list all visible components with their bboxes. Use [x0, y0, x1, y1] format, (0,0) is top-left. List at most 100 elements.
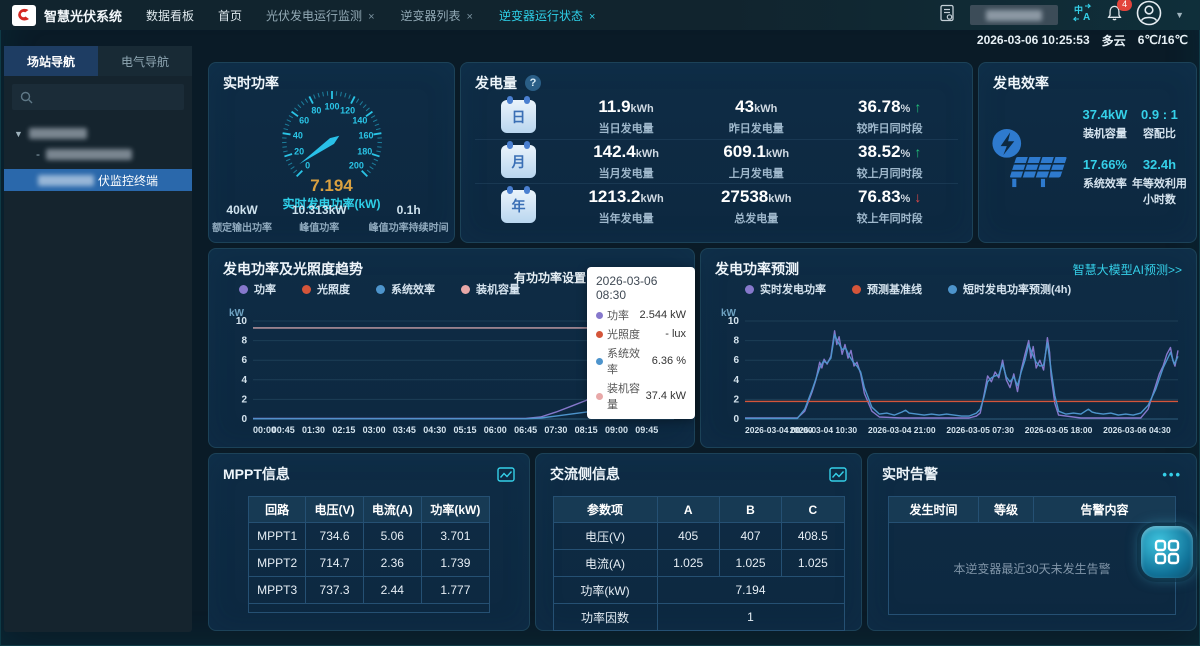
sidebar-tab-station-nav[interactable]: 场站导航: [4, 46, 98, 76]
alarm-table: 发生时间 等级 告警内容 本逆变器最近30天未发生告警: [888, 496, 1176, 615]
svg-text:40: 40: [293, 131, 303, 141]
trend-up-icon: ↑: [914, 144, 921, 160]
svg-text:4: 4: [733, 375, 739, 386]
svg-text:05:15: 05:15: [453, 425, 476, 435]
panel-title: 交流侧信息: [550, 464, 620, 484]
svg-text:10: 10: [728, 316, 740, 327]
blurred-node-label: [46, 149, 132, 160]
nav-tab-pv-monitor[interactable]: 光伏发电运行监测×: [266, 7, 374, 24]
tree-node-child[interactable]: -: [12, 143, 184, 167]
tooltip-dot: [596, 312, 603, 319]
svg-text:2: 2: [733, 394, 739, 405]
table-header-row: 参数项A BC: [553, 497, 844, 523]
svg-text:03:45: 03:45: [393, 425, 416, 435]
search-input[interactable]: [970, 5, 1058, 25]
nav-tab-inverter-list[interactable]: 逆变器列表×: [401, 7, 473, 24]
quick-menu-button[interactable]: [1141, 526, 1193, 578]
notifications-bell-icon[interactable]: 4: [1106, 4, 1123, 27]
svg-text:08:15: 08:15: [575, 425, 598, 435]
svg-text:06:00: 06:00: [484, 425, 507, 435]
table-row: MPPT1734.65.063.701: [249, 523, 490, 550]
legend-item-baseline[interactable]: 预测基准线: [852, 281, 922, 297]
document-icon[interactable]: [938, 4, 957, 27]
table-empty-row: 本逆变器最近30天未发生告警: [889, 523, 1176, 615]
no-alarm-message: 本逆变器最近30天未发生告警: [953, 562, 1110, 576]
help-icon[interactable]: ?: [525, 75, 541, 91]
tree-node-selected[interactable]: 伏监控终端: [4, 169, 192, 191]
svg-text:80: 80: [311, 105, 321, 115]
more-options-icon[interactable]: •••: [1162, 467, 1182, 482]
mppt-table: 回路电压(V) 电流(A)功率(kW) MPPT1734.65.063.701 …: [248, 496, 490, 613]
svg-text:2026-03-04 10:30: 2026-03-04 10:30: [790, 425, 858, 435]
tab-close-icon[interactable]: ×: [368, 11, 374, 23]
svg-text:06:45: 06:45: [514, 425, 537, 435]
ac-table: 参数项A BC 电压(V)405407408.5 电流(A)1.0251.025…: [553, 496, 845, 631]
tooltip-dot: [596, 331, 603, 338]
legend-dot: [376, 285, 385, 294]
notification-count-badge: 4: [1117, 0, 1132, 11]
selected-node-label: 伏监控终端: [98, 172, 158, 189]
legend-item-short-forecast[interactable]: 短时发电功率预测(4h): [948, 281, 1071, 297]
panel-energy: 发电量 ? 日 11.9kWh当日发电量 43kWh昨日发电量 36.78%↑较…: [460, 62, 973, 243]
search-icon: [20, 91, 33, 104]
stat-peak-duration: 0.1h峰值功率持续时间: [363, 203, 454, 234]
table-row: MPPT2714.72.361.739: [249, 550, 490, 577]
blurred-node-label: [29, 128, 87, 139]
line-chart-icon[interactable]: [829, 467, 847, 482]
svg-text:2026-03-05 18:00: 2026-03-05 18:00: [1025, 425, 1093, 435]
legend-item-efficiency[interactable]: 系统效率: [376, 281, 435, 297]
ai-forecast-link[interactable]: 智慧大模型AI预测>>: [1073, 261, 1182, 278]
calendar-month-icon: 月: [501, 145, 536, 178]
nav-menu-home[interactable]: 首页: [218, 7, 242, 24]
line-chart-icon[interactable]: [497, 467, 515, 482]
tree-expand-icon[interactable]: ▼: [14, 129, 23, 139]
stat-system-efficiency: 17.66%系统效率: [1079, 157, 1131, 207]
energy-row-month: 月 142.4kWh当月发电量 609.1kWh上月发电量 38.52%↑较上月…: [475, 140, 958, 185]
svg-text:2026-03-05 07:30: 2026-03-05 07:30: [946, 425, 1014, 435]
legend-item-realtime-power[interactable]: 实时发电功率: [745, 281, 826, 297]
stat-installed-capacity: 37.4kW装机容量: [1079, 107, 1131, 141]
legend-dot: [948, 285, 957, 294]
stat-rated-power: 40kW额定输出功率: [209, 203, 275, 234]
grid-icon: [1153, 538, 1181, 566]
panel-realtime-power: 实时功率 020406080100120140160180200 7.194 实…: [208, 62, 455, 243]
avatar[interactable]: [1136, 0, 1162, 31]
legend-dot: [302, 285, 311, 294]
nav-tab-inverter-status[interactable]: 逆变器运行状态×: [499, 7, 595, 24]
app-root: 智慧光伏系统 数据看板 首页 光伏发电运行监测× 逆变器列表× 逆变器运行状态×…: [0, 0, 1200, 646]
user-menu-caret-icon[interactable]: ▼: [1175, 10, 1184, 20]
legend-item-capacity[interactable]: 装机容量: [461, 281, 520, 297]
svg-text:2026-03-04 21:00: 2026-03-04 21:00: [868, 425, 936, 435]
svg-text:0: 0: [305, 160, 310, 170]
svg-text:60: 60: [299, 116, 309, 126]
panel-efficiency: 发电效率 37.4kW装机容量 0.9 : 1容配比 17.: [978, 62, 1197, 243]
legend-item-irradiance[interactable]: 光照度: [302, 281, 350, 297]
nav-menu-dashboard[interactable]: 数据看板: [146, 7, 194, 24]
trend-legend: 功率 光照度 系统效率 装机容量: [239, 281, 520, 297]
table-row: 电流(A)1.0251.0251.025: [553, 550, 844, 577]
svg-text:09:45: 09:45: [635, 425, 658, 435]
legend-item-power[interactable]: 功率: [239, 281, 276, 297]
tree-node-root[interactable]: ▼: [12, 124, 184, 143]
panel-title: MPPT信息: [223, 464, 290, 484]
forecast-chart: kW02468102026-03-04 00:002026-03-04 10:3…: [711, 305, 1188, 441]
chart-tooltip: 2026-03-06 08:30 功率2.544 kW 光照度- lux 系统效…: [587, 267, 695, 419]
station-tree: ▼ - 伏监控终端: [4, 118, 192, 197]
svg-text:04:30: 04:30: [423, 425, 446, 435]
translate-icon[interactable]: 中A: [1071, 3, 1093, 27]
table-row: 功率(kW)7.194: [553, 577, 844, 604]
energy-row-day: 日 11.9kWh当日发电量 43kWh昨日发电量 36.78%↑较昨日同时段: [475, 95, 958, 140]
active-power-setting-button[interactable]: 有功功率设置: [514, 269, 586, 286]
svg-text:00:45: 00:45: [272, 425, 295, 435]
sidebar-search-input[interactable]: [12, 84, 184, 110]
svg-text:6: 6: [241, 355, 247, 366]
tab-close-icon[interactable]: ×: [589, 11, 595, 23]
legend-dot: [745, 285, 754, 294]
solar-panel-icon: [989, 120, 1071, 194]
legend-dot: [239, 285, 248, 294]
sidebar-tab-electric-nav[interactable]: 电气导航: [98, 46, 192, 76]
panel-power-forecast: 发电功率预测 智慧大模型AI预测>> 实时发电功率 预测基准线 短时发电功率预测…: [700, 248, 1197, 448]
legend-dot: [461, 285, 470, 294]
svg-text:09:00: 09:00: [605, 425, 628, 435]
tab-close-icon[interactable]: ×: [467, 11, 473, 23]
